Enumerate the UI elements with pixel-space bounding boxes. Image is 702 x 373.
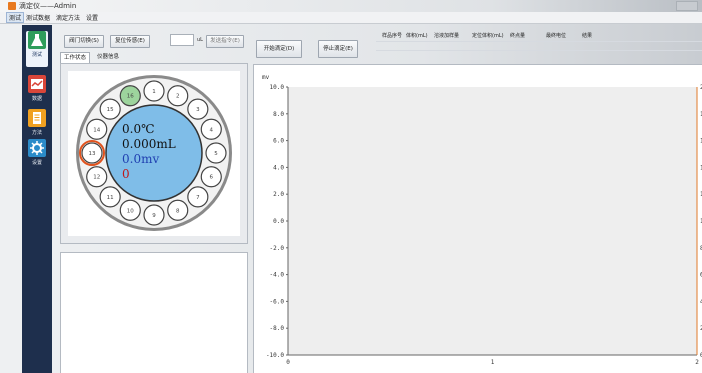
document-icon <box>28 109 46 127</box>
y-tick-label: -2.0 <box>270 245 285 252</box>
carousel-slot-7[interactable]: 7 <box>187 186 209 208</box>
chart-icon <box>28 75 46 93</box>
start-titration-button[interactable]: 开始滴定(D) <box>256 40 302 58</box>
carousel-slot-10[interactable]: 10 <box>119 199 141 221</box>
carousel-slot-14[interactable]: 14 <box>86 118 108 140</box>
carousel-slot-5[interactable]: 5 <box>205 142 227 164</box>
menu-bar: 测试 测试数据 滴定方法 设置 <box>0 12 702 24</box>
carousel-slot-2[interactable]: 2 <box>167 85 189 107</box>
carousel-slot-label: 6 <box>210 175 214 181</box>
carousel-slot-12[interactable]: 12 <box>86 166 108 188</box>
sidebar-label-test: 测试 <box>31 52 42 58</box>
sample-carousel: 123456789101112131415160.0℃0.000mL0.0mv0 <box>76 75 232 231</box>
y-tick-label: 2.0 <box>273 191 284 198</box>
status-code-readout: 0 <box>122 167 130 181</box>
sidebar-item-test[interactable]: 测试 <box>26 31 48 67</box>
y-tick-label: -10.0 <box>266 352 284 359</box>
carousel-slot-label: 7 <box>196 195 200 201</box>
carousel-slot-label: 2 <box>176 94 180 100</box>
menu-titration-method[interactable]: 滴定方法 <box>54 13 82 22</box>
sidebar-item-settings[interactable]: 设置 <box>26 139 48 175</box>
col-fixed-volume: 定位体积(mL) <box>472 33 504 39</box>
carousel-slot-label: 10 <box>127 208 134 214</box>
valve-switch-button[interactable]: 阀门切换(S) <box>64 35 104 48</box>
app-icon <box>8 2 16 10</box>
app-window: 滴定仪——Admin 测试 测试数据 滴定方法 设置 测试 数据 方法 设置 阀… <box>0 0 702 373</box>
y-tick-label: 0.0 <box>273 218 284 225</box>
sidebar-label-settings: 设置 <box>31 160 42 166</box>
carousel-slot-13[interactable]: 13 <box>81 142 103 164</box>
carousel-slot-11[interactable]: 11 <box>99 186 121 208</box>
volume-readout: 0.000mL <box>122 137 176 151</box>
reset-sensor-button[interactable]: 复位传感(E) <box>110 35 150 48</box>
carousel-slot-label: 13 <box>89 151 96 157</box>
carousel-slot-8[interactable]: 8 <box>167 199 189 221</box>
carousel-slot-label: 1 <box>152 89 156 95</box>
carousel-slot-label: 3 <box>196 107 200 113</box>
carousel-slot-label: 9 <box>152 213 156 219</box>
menu-test[interactable]: 测试 <box>6 12 25 23</box>
col-endpoint: 终点量 <box>510 33 526 39</box>
carousel-slot-9[interactable]: 9 <box>143 204 165 226</box>
carousel-slot-label: 12 <box>93 175 100 181</box>
x-tick-label: 0 <box>286 359 290 366</box>
y-tick-label: 4.0 <box>273 164 284 171</box>
x-tick-label: 1 <box>491 359 495 366</box>
carousel-slot-label: 11 <box>107 195 114 201</box>
tab-work-status[interactable]: 工作状态 <box>60 52 91 63</box>
carousel-slot-label: 16 <box>127 94 134 100</box>
carousel-slot-label: 5 <box>214 151 218 157</box>
volume-input[interactable] <box>170 34 194 46</box>
carousel-panel: 1 2 3 4 5 6 7 8 9 10 11 12 13 14 15 16 0.0℃ 0.000mL 0.0mv 0 <box>60 63 248 244</box>
carousel-slot-label: 15 <box>107 107 114 113</box>
window-title: 滴定仪——Admin <box>19 2 77 10</box>
temperature-readout: 0.0℃ <box>122 122 155 136</box>
unit-label: uL <box>197 37 203 43</box>
carousel-slot-4[interactable]: 4 <box>200 118 222 140</box>
carousel-slot-3[interactable]: 3 <box>187 98 209 120</box>
y-tick-label: 10.0 <box>270 84 285 91</box>
title-bar: 滴定仪——Admin <box>0 0 702 12</box>
table-rule <box>376 50 702 51</box>
y-tick-label: 8.0 <box>273 111 284 118</box>
col-sample-no: 样品序号 <box>382 33 403 39</box>
carousel-canvas: 1 2 3 4 5 6 7 8 9 10 11 12 13 14 15 16 0.0℃ 0.000mL 0.0mv 0 <box>68 71 240 236</box>
sidebar-item-data[interactable]: 数据 <box>26 75 48 111</box>
y-tick-label: -4.0 <box>270 272 285 279</box>
stop-titration-button[interactable]: 停止滴定(E) <box>318 40 358 58</box>
y-tick-label: -6.0 <box>270 298 285 305</box>
col-volume: 体积(mL) <box>406 33 428 39</box>
send-command-button[interactable]: 发送指令(E) <box>206 35 244 48</box>
carousel-slot-label: 14 <box>93 127 100 133</box>
carousel-slot-6[interactable]: 6 <box>200 166 222 188</box>
carousel-slot-16[interactable]: 16 <box>119 85 141 107</box>
window-controls[interactable] <box>676 1 698 11</box>
flask-icon <box>28 31 46 49</box>
col-result: 结果 <box>582 33 593 39</box>
table-rule <box>376 41 702 42</box>
menu-test-data[interactable]: 测试数据 <box>24 13 52 22</box>
carousel-slot-1[interactable]: 1 <box>143 80 165 102</box>
tab-instrument-info[interactable]: 仪器信息 <box>94 52 122 62</box>
sidebar: 测试 数据 方法 设置 <box>22 25 52 373</box>
col-sample-amount: 溶液加样量 <box>434 33 460 39</box>
y-axis-label: mv <box>262 74 270 81</box>
gear-icon <box>28 139 46 157</box>
y-tick-label: 6.0 <box>273 138 284 145</box>
menu-settings[interactable]: 设置 <box>84 13 100 22</box>
col-final-potential: 最终电位 <box>546 33 567 39</box>
sidebar-label-method: 方法 <box>31 130 42 136</box>
potential-readout: 0.0mv <box>122 152 159 166</box>
carousel-slot-15[interactable]: 15 <box>99 98 121 120</box>
titration-chart: mv 10.0 2 8.0 1 6.0 1 4.0 1 2.0 1 0.0 1 -2.0 8 -4.0 6 -6.… <box>253 64 702 373</box>
chart-canvas: mv10.0 28.0 16.0 14.0 12.0 10.0 1-2.0 8-4.0 6-6.… <box>262 74 702 366</box>
carousel-slot-label: 8 <box>176 208 180 214</box>
y-tick-label: -8.0 <box>270 325 285 332</box>
plot-area <box>288 87 697 355</box>
log-panel <box>60 252 248 373</box>
x-tick-label: 2 <box>695 359 699 366</box>
sidebar-label-data: 数据 <box>31 96 42 102</box>
carousel-slot-label: 4 <box>210 127 214 133</box>
